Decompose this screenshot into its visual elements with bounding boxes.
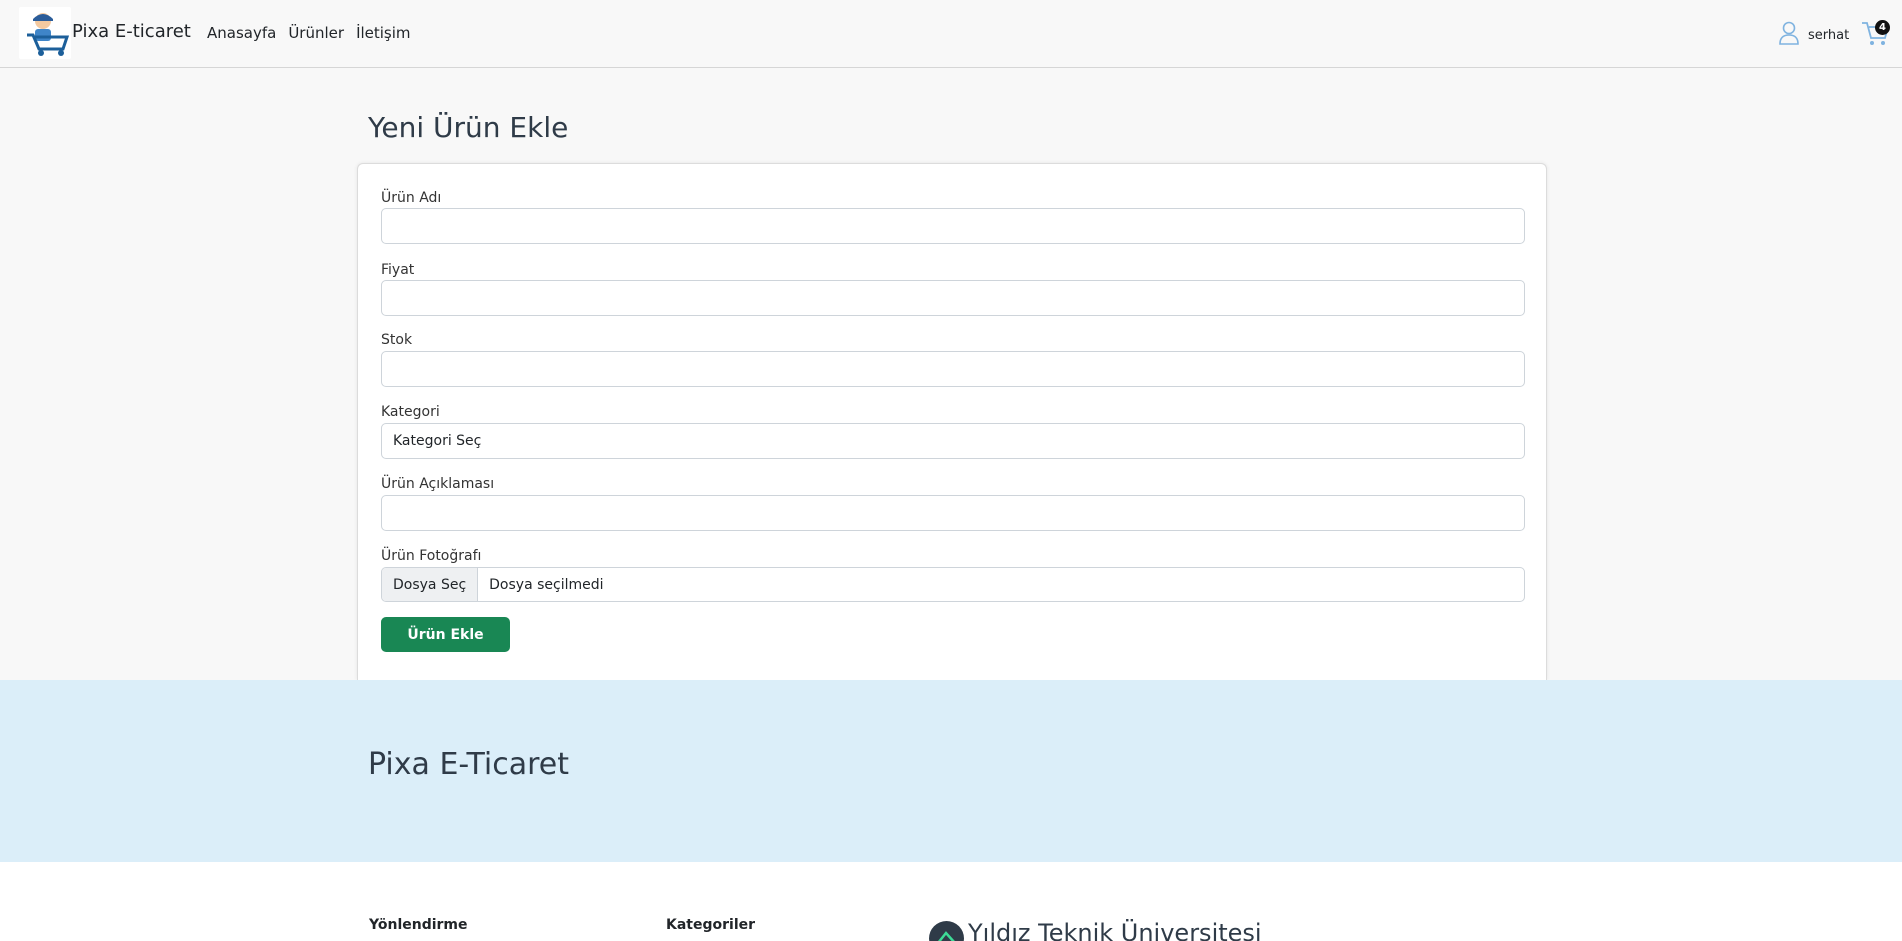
- nav-link-home[interactable]: Anasayfa: [207, 24, 276, 42]
- price-input[interactable]: [381, 280, 1525, 316]
- university-brand: Yıldız Teknik Üniversitesi: [929, 915, 1262, 941]
- university-logo-icon: [929, 921, 964, 941]
- choose-file-button[interactable]: Dosya Seç: [382, 568, 479, 601]
- university-name: Yıldız Teknik Üniversitesi: [968, 918, 1262, 941]
- stock-label: Stok: [381, 332, 413, 348]
- photo-file-input[interactable]: Dosya Seç Dosya seçilmedi: [381, 567, 1525, 602]
- nav-link-contact[interactable]: İletişim: [356, 24, 410, 42]
- brand-logo[interactable]: [19, 7, 71, 59]
- nav-link-products[interactable]: Ürünler: [288, 24, 344, 42]
- user-icon: [1778, 21, 1800, 49]
- brand-banner: Pixa E-Ticaret: [0, 680, 1902, 862]
- category-label: Kategori: [381, 404, 440, 420]
- user-name: serhat: [1808, 27, 1850, 43]
- cart-count-badge: 4: [1875, 20, 1890, 35]
- navbar: Pixa E-ticaret Anasayfa Ürünler İletişim…: [0, 0, 1902, 68]
- brand-name[interactable]: Pixa E-ticaret: [72, 21, 191, 42]
- category-select[interactable]: Kategori Seç: [381, 423, 1525, 459]
- cart-button[interactable]: 4: [1860, 18, 1890, 48]
- file-status: Dosya seçilmedi: [489, 576, 604, 593]
- category-select-value: Kategori Seç: [393, 433, 482, 449]
- photo-label: Ürün Fotoğrafı: [381, 548, 482, 564]
- footer-heading-categories: Kategoriler: [666, 917, 756, 933]
- stock-input[interactable]: [381, 351, 1525, 387]
- user-menu[interactable]: serhat: [1778, 21, 1849, 49]
- banner-title: Pixa E-Ticaret: [368, 747, 569, 782]
- footer: Yönlendirme Kategoriler Yıldız Teknik Ün…: [0, 862, 1902, 941]
- description-label: Ürün Açıklaması: [381, 476, 495, 492]
- price-label: Fiyat: [381, 262, 415, 278]
- add-product-button[interactable]: Ürün Ekle: [381, 617, 510, 652]
- page-title: Yeni Ürün Ekle: [368, 111, 569, 144]
- nav-links: Anasayfa Ürünler İletişim: [207, 24, 411, 42]
- product-name-input[interactable]: [381, 208, 1525, 244]
- description-input[interactable]: [381, 495, 1525, 531]
- product-form: Ürün Adı Fiyat Stok Kategori Kategori Se…: [357, 163, 1547, 680]
- product-name-label: Ürün Adı: [381, 190, 442, 206]
- cart-icon: [1860, 22, 1890, 52]
- footer-heading-navigation: Yönlendirme: [369, 917, 468, 933]
